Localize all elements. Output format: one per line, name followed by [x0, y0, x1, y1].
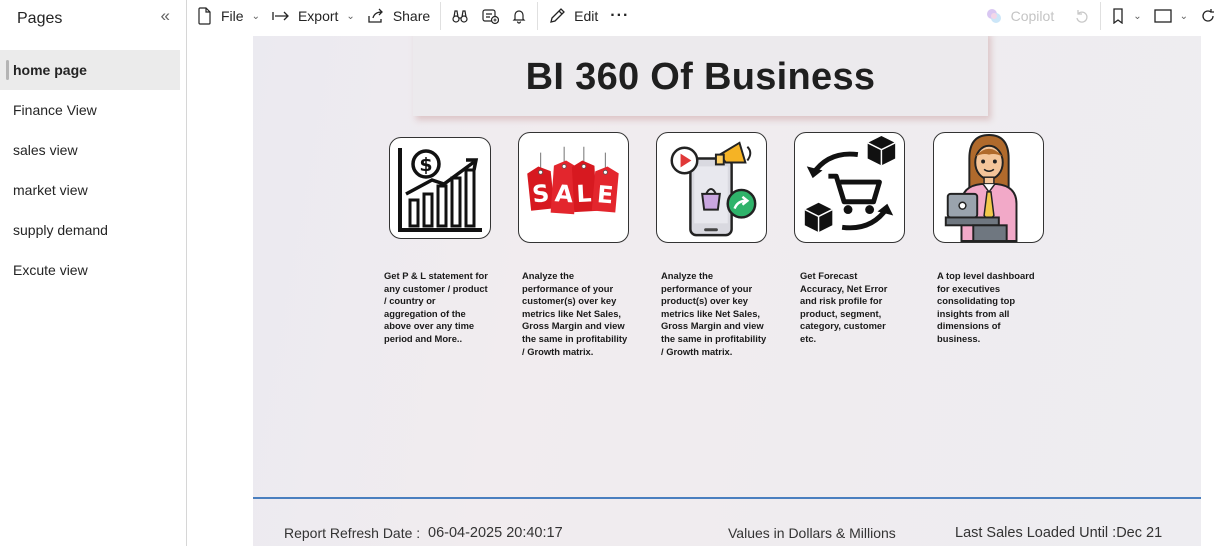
export-menu-button[interactable]: Export ⌄ — [266, 0, 361, 32]
profit-chart-card[interactable]: $ — [389, 137, 491, 239]
copilot-icon — [986, 9, 1001, 23]
copilot-label: Copilot — [1010, 8, 1055, 24]
profit-chart-icon: $ — [398, 148, 482, 232]
document-icon — [198, 7, 211, 25]
share-label: Share — [392, 8, 431, 24]
page-tab-finance-view[interactable]: Finance View — [0, 90, 180, 130]
more-options-icon: ··· — [610, 7, 630, 24]
toolbar-divider — [440, 2, 442, 30]
card-description: Analyze the performance of your product(… — [661, 270, 767, 357]
last-sales-loaded: Last Sales Loaded Until :Dec 21 — [955, 525, 1163, 541]
refresh-icon — [1202, 9, 1214, 22]
card-description: Get P & L statement for any customer / p… — [384, 270, 488, 344]
page-tab-label: supply demand — [13, 222, 108, 238]
page-tab-sales-view[interactable]: sales view — [0, 130, 180, 170]
executive-woman-icon — [944, 133, 1018, 242]
sale-tags-card[interactable]: S A L E — [518, 132, 629, 243]
copilot-button[interactable]: Copilot — [979, 0, 1061, 32]
svg-text:S: S — [531, 179, 551, 209]
pages-pane-title: Pages — [17, 10, 63, 27]
refresh-date-label: Report Refresh Date : — [284, 525, 421, 541]
page-tab-label: Excute view — [13, 262, 88, 278]
svg-text:L: L — [576, 179, 592, 208]
svg-text:E: E — [596, 180, 614, 209]
refresh-date-value: 06-04-2025 20:40:17 — [428, 525, 563, 541]
refresh-button[interactable] — [1194, 0, 1222, 32]
pages-pane-header: Pages « — [0, 0, 186, 36]
pages-pane: Pages « home page Finance View sales vie… — [0, 0, 187, 546]
pencil-icon — [550, 8, 566, 23]
chevron-down-icon: ⌄ — [1179, 10, 1188, 22]
page-tab-excute-view[interactable]: Excute view — [0, 250, 180, 290]
report-page: BI 360 Of Business $ S A L E Get P & L s… — [253, 36, 1201, 546]
file-menu-button[interactable]: File ⌄ — [191, 0, 266, 32]
binoculars-button[interactable] — [445, 0, 475, 32]
file-label: File — [221, 8, 244, 24]
card-description: Analyze the performance of your customer… — [522, 270, 628, 357]
page-tab-label: Finance View — [13, 102, 97, 118]
executive-card[interactable] — [933, 132, 1044, 243]
reset-button[interactable] — [1068, 0, 1096, 32]
undo-icon — [1076, 10, 1088, 23]
units-note: Values in Dollars & Millions — [728, 525, 896, 541]
view-button[interactable]: ⌄ — [1148, 0, 1194, 32]
toolbar-divider — [537, 2, 539, 30]
export-label: Export — [297, 8, 339, 24]
page-tab-home-page[interactable]: home page — [0, 50, 180, 90]
svg-text:$: $ — [419, 154, 432, 176]
edit-button[interactable]: Edit — [542, 0, 604, 32]
more-options-button[interactable]: ··· — [604, 0, 635, 32]
chevron-down-icon: ⌄ — [251, 10, 260, 22]
chevron-down-icon: ⌄ — [346, 10, 355, 22]
mobile-marketing-card[interactable] — [656, 132, 767, 243]
supply-chain-card[interactable] — [794, 132, 905, 243]
report-toolbar: File ⌄ Export ⌄ Share Edit ··· Copilot ⌄… — [187, 0, 1226, 32]
bookmark-button[interactable]: ⌄ — [1105, 0, 1147, 32]
svg-text:A: A — [554, 179, 575, 208]
page-tab-label: market view — [13, 182, 88, 198]
subscribe-button[interactable] — [505, 0, 533, 32]
report-title: BI 360 Of Business — [525, 55, 876, 98]
chevron-down-icon: ⌄ — [1133, 10, 1142, 22]
export-arrow-icon — [272, 11, 289, 21]
title-card: BI 360 Of Business — [413, 36, 988, 116]
share-icon — [368, 8, 383, 23]
page-tab-label: home page — [13, 62, 87, 78]
toolbar-divider — [1100, 2, 1102, 30]
mobile-marketing-icon — [670, 141, 757, 237]
edit-label: Edit — [574, 8, 599, 24]
bookmark-icon — [1113, 8, 1123, 24]
card-description: A top level dashboard for executives con… — [937, 270, 1035, 344]
bell-icon — [512, 10, 526, 24]
footer-divider — [253, 497, 1201, 499]
share-button[interactable]: Share — [361, 0, 436, 32]
comment-button[interactable] — [475, 0, 505, 32]
supply-chain-cart-icon — [804, 135, 896, 233]
binoculars-icon — [452, 10, 468, 23]
double-chevron-left-icon[interactable]: « — [161, 7, 170, 24]
page-list: home page Finance View sales view market… — [0, 50, 186, 290]
toolbar-right-group: Copilot ⌄ ⌄ — [979, 0, 1226, 32]
comment-add-icon — [482, 9, 500, 25]
page-tab-market-view[interactable]: market view — [0, 170, 180, 210]
page-tab-label: sales view — [13, 142, 78, 158]
view-frame-icon — [1153, 9, 1172, 23]
card-description: Get Forecast Accuracy, Net Error and ris… — [800, 270, 888, 344]
sale-tags-icon: S A L E — [527, 146, 619, 215]
page-tab-supply-demand[interactable]: supply demand — [0, 210, 180, 250]
